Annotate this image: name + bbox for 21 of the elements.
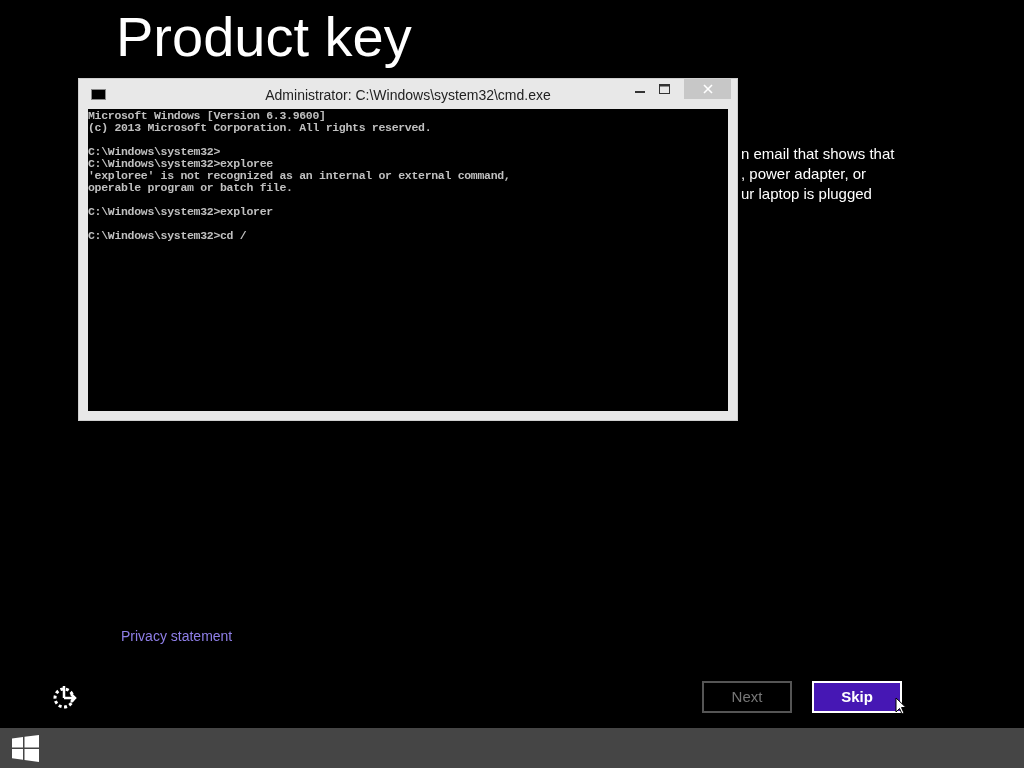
mouse-cursor-icon bbox=[895, 697, 907, 715]
skip-button[interactable]: Skip bbox=[812, 681, 902, 713]
console-line: C:\Windows\system32>exploree bbox=[88, 158, 273, 170]
console-line: operable program or batch file. bbox=[88, 182, 293, 194]
page-title: Product key bbox=[116, 4, 412, 70]
minimize-icon[interactable] bbox=[635, 91, 645, 94]
console-line: C:\Windows\system32> bbox=[88, 146, 221, 158]
console-line: Microsoft Windows [Version 6.3.9600] bbox=[88, 110, 326, 122]
console-line: (c) 2013 Microsoft Corporation. All rights reserved. bbox=[88, 122, 432, 134]
console-line: 'exploree' is not recognized as an internal or external command, bbox=[88, 170, 511, 182]
maximize-icon[interactable] bbox=[659, 84, 670, 94]
description-text: ur laptop is plugged bbox=[741, 184, 872, 204]
console-line: C:\Windows\system32>cd / bbox=[88, 230, 247, 242]
close-icon bbox=[702, 84, 713, 94]
windows-logo-icon[interactable] bbox=[12, 734, 39, 762]
description-text: n email that shows that bbox=[741, 144, 895, 164]
description-text: , power adapter, or bbox=[741, 164, 867, 184]
console-line: C:\Windows\system32>explorer bbox=[88, 206, 273, 218]
window-title: Administrator: C:\Windows\system32\cmd.exe bbox=[265, 86, 551, 105]
console-app-icon bbox=[91, 88, 106, 100]
privacy-link[interactable]: Privacy statement bbox=[121, 626, 233, 647]
